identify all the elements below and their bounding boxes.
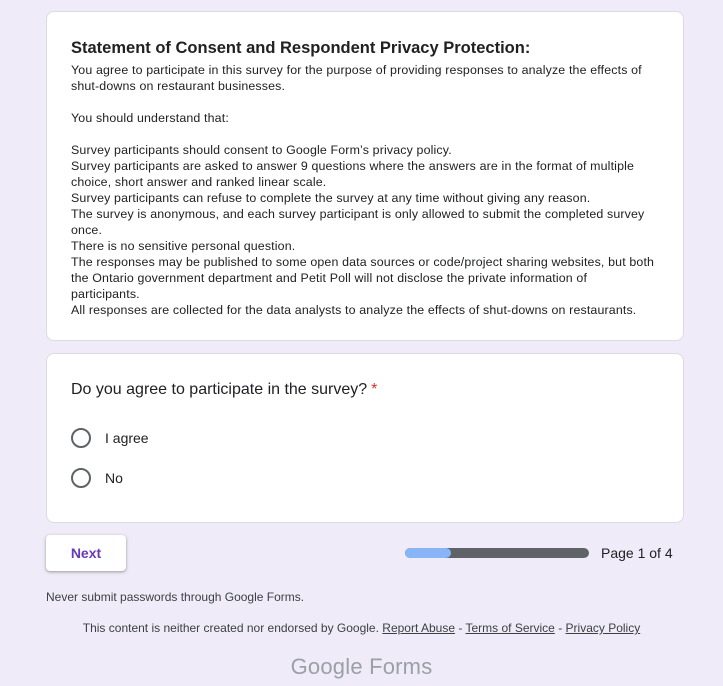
description-text: You agree to participate in this survey … xyxy=(71,62,659,318)
progress-bar xyxy=(405,548,589,558)
next-button[interactable]: Next xyxy=(46,535,126,571)
description-line: Survey participants should consent to Go… xyxy=(71,143,452,157)
description-title: Statement of Consent and Respondent Priv… xyxy=(71,39,531,57)
description-line xyxy=(71,94,659,110)
description-line: The survey is anonymous, and each survey… xyxy=(71,207,645,237)
radio-group: I agree No xyxy=(71,418,659,498)
description-line: Survey participants are asked to answer … xyxy=(71,159,635,189)
privacy-policy-link[interactable]: Privacy Policy xyxy=(566,621,641,635)
option-label: No xyxy=(105,470,123,486)
question-card: Do you agree to participate in the surve… xyxy=(46,353,684,523)
footer-disclaimer: This content is neither created nor endo… xyxy=(0,621,723,635)
question-title: Do you agree to participate in the surve… xyxy=(71,380,659,400)
description-line: Survey participants can refuse to comple… xyxy=(71,191,591,205)
description-line: You should understand that: xyxy=(71,111,229,125)
link-separator: - xyxy=(558,621,563,635)
link-separator: - xyxy=(458,621,463,635)
description-line xyxy=(71,126,659,142)
google-forms-logo[interactable]: Google Forms xyxy=(0,654,723,680)
question-text: Do you agree to participate in the surve… xyxy=(71,381,368,398)
description-line: All responses are collected for the data… xyxy=(71,303,637,317)
radio-button-icon[interactable] xyxy=(71,428,91,448)
option-no[interactable]: No xyxy=(71,458,659,498)
radio-button-icon[interactable] xyxy=(71,468,91,488)
description-line: There is no sensitive personal question. xyxy=(71,239,296,253)
report-abuse-link[interactable]: Report Abuse xyxy=(382,621,455,635)
description-line: The responses may be published to some o… xyxy=(71,255,655,301)
page-indicator: Page 1 of 4 xyxy=(601,545,673,561)
progress-bar-fill xyxy=(405,548,451,558)
password-warning: Never submit passwords through Google Fo… xyxy=(46,590,305,604)
required-asterisk: * xyxy=(371,381,378,398)
terms-of-service-link[interactable]: Terms of Service xyxy=(465,621,554,635)
option-label: I agree xyxy=(105,430,149,446)
description-card: Statement of Consent and Respondent Priv… xyxy=(46,11,684,341)
disclaimer-text: This content is neither created nor endo… xyxy=(82,621,379,635)
option-agree[interactable]: I agree xyxy=(71,418,659,458)
description-line: You agree to participate in this survey … xyxy=(71,63,642,93)
